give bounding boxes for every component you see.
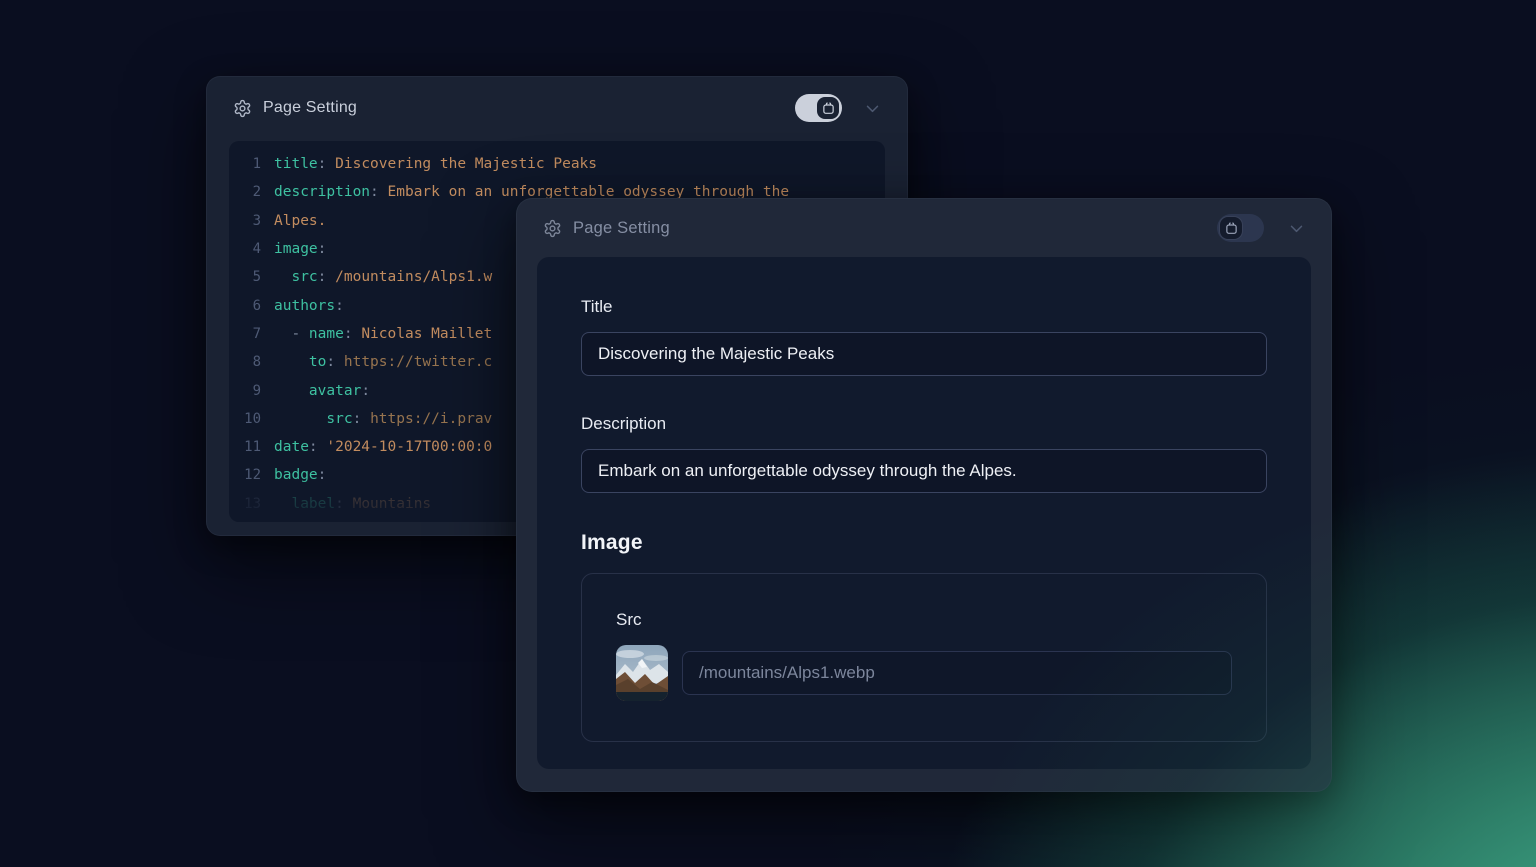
code-token: title xyxy=(274,156,318,172)
image-section-heading: Image xyxy=(581,531,1267,555)
code-token: src xyxy=(291,269,317,285)
line-number: 2 xyxy=(243,184,261,200)
line-number: 3 xyxy=(243,213,261,229)
code-token: /mountains/Alps1.w xyxy=(335,269,492,285)
line-number: 7 xyxy=(243,326,261,342)
code-token: : xyxy=(335,496,352,512)
line-number: 10 xyxy=(243,411,261,427)
image-group-box: Src xyxy=(581,573,1267,742)
code-token: badge xyxy=(274,467,318,483)
page-setting-panel-form: Page Setting Title Description Image Src xyxy=(516,198,1332,792)
src-label: Src xyxy=(616,610,1232,630)
code-token: '2024-10-17T00:00:0 xyxy=(326,439,492,455)
description-field-group: Description xyxy=(581,414,1267,493)
code-token xyxy=(274,496,291,512)
code-line: 1 title: Discovering the Majestic Peaks xyxy=(243,150,885,178)
line-number: 12 xyxy=(243,467,261,483)
line-number: 1 xyxy=(243,156,261,172)
code-token: authors xyxy=(274,298,335,314)
code-token: : xyxy=(309,439,326,455)
code-token: label xyxy=(291,496,335,512)
title-label: Title xyxy=(581,297,1267,317)
gear-icon xyxy=(543,219,562,238)
code-token: https://twitter.c xyxy=(344,354,492,370)
code-token: Mountains xyxy=(353,496,432,512)
code-token: to xyxy=(309,354,326,370)
code-token: name xyxy=(309,326,344,342)
code-token: : xyxy=(318,269,335,285)
image-thumbnail[interactable] xyxy=(616,645,668,701)
code-token: description xyxy=(274,184,370,200)
code-token xyxy=(274,354,309,370)
code-token: : xyxy=(318,156,335,172)
code-token: Nicolas Maillet xyxy=(361,326,492,342)
code-token: image xyxy=(274,241,318,257)
line-number: 11 xyxy=(243,439,261,455)
panel-header: Page Setting xyxy=(517,199,1331,257)
line-number: 5 xyxy=(243,269,261,285)
code-token xyxy=(274,411,326,427)
line-number: 4 xyxy=(243,241,261,257)
title-input[interactable] xyxy=(581,332,1267,376)
src-input[interactable] xyxy=(682,651,1232,695)
code-token: : xyxy=(361,383,370,399)
settings-form: Title Description Image Src xyxy=(537,257,1311,769)
gear-icon xyxy=(233,99,252,118)
code-token: Alpes. xyxy=(274,213,326,229)
code-token: https://i.prav xyxy=(370,411,492,427)
line-number: 8 xyxy=(243,354,261,370)
chevron-down-icon[interactable] xyxy=(864,100,881,117)
code-token: Discovering the Majestic Peaks xyxy=(335,156,597,172)
code-view-toggle[interactable] xyxy=(795,94,842,122)
code-token: - xyxy=(274,326,309,342)
panel-title: Page Setting xyxy=(263,99,357,117)
code-token: : xyxy=(318,467,327,483)
title-field-group: Title xyxy=(581,297,1267,376)
description-label: Description xyxy=(581,414,1267,434)
code-token: : xyxy=(318,241,327,257)
panel-title: Page Setting xyxy=(573,219,670,238)
code-token: src xyxy=(326,411,352,427)
code-token: : xyxy=(326,354,343,370)
line-number: 9 xyxy=(243,383,261,399)
chevron-down-icon[interactable] xyxy=(1288,220,1305,237)
code-token: : xyxy=(353,411,370,427)
line-number: 13 xyxy=(243,496,261,512)
code-token: : xyxy=(370,184,387,200)
panel-header: Page Setting xyxy=(207,77,907,139)
code-token: : xyxy=(335,298,344,314)
description-input[interactable] xyxy=(581,449,1267,493)
code-box-icon xyxy=(817,97,839,119)
code-token xyxy=(274,383,309,399)
code-token: : xyxy=(344,326,361,342)
code-token: date xyxy=(274,439,309,455)
code-box-icon xyxy=(1220,217,1242,239)
code-view-toggle[interactable] xyxy=(1217,214,1264,242)
code-token xyxy=(274,269,291,285)
code-token: avatar xyxy=(309,383,361,399)
line-number: 6 xyxy=(243,298,261,314)
